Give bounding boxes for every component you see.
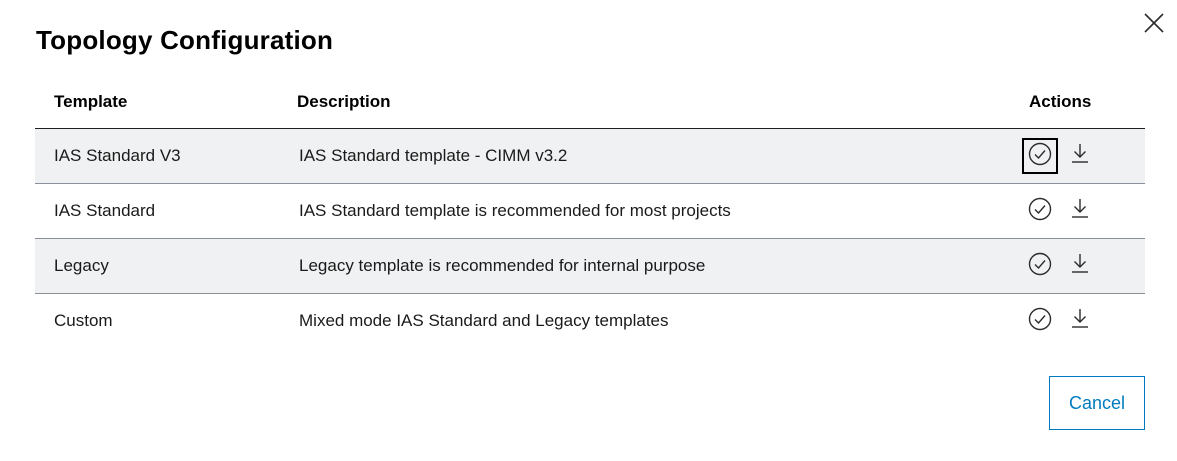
download-icon [1070,142,1090,169]
select-template-button[interactable] [1022,303,1058,339]
select-template-button[interactable] [1022,248,1058,284]
template-description: IAS Standard template - CIMM v3.2 [299,146,568,165]
select-template-button[interactable] [1022,138,1058,174]
table-row: IAS Standard IAS Standard template is re… [35,184,1145,239]
templates-table: Template Description Actions IAS Standar… [35,75,1145,348]
table-row: IAS Standard V3 IAS Standard template - … [35,129,1145,184]
template-name: IAS Standard V3 [54,146,181,165]
header-template: Template [54,92,128,111]
table-row: Custom Mixed mode IAS Standard and Legac… [35,294,1145,348]
check-circle-icon [1028,307,1052,336]
template-description: Legacy template is recommended for inter… [299,256,706,275]
close-icon [1141,10,1167,36]
check-circle-icon [1028,252,1052,281]
download-icon [1070,307,1090,334]
download-icon [1070,252,1090,279]
close-button[interactable] [1141,10,1167,36]
download-template-button[interactable] [1068,306,1092,334]
download-template-button[interactable] [1068,251,1092,279]
table-row: Legacy Legacy template is recommended fo… [35,239,1145,294]
header-description: Description [297,92,391,111]
cancel-button[interactable]: Cancel [1049,376,1145,430]
header-actions: Actions [1029,92,1092,111]
download-template-button[interactable] [1068,141,1092,169]
check-circle-icon [1028,142,1052,171]
template-name: Custom [54,311,113,330]
dialog-title: Topology Configuration [36,25,334,55]
template-name: IAS Standard [54,201,156,220]
template-name: Legacy [54,256,109,275]
download-template-button[interactable] [1068,196,1092,224]
topology-configuration-dialog: Topology Configuration Template Descript… [0,0,1177,461]
select-template-button[interactable] [1022,193,1058,229]
check-circle-icon [1028,197,1052,226]
template-description: IAS Standard template is recommended for… [299,201,731,220]
template-description: Mixed mode IAS Standard and Legacy templ… [299,311,669,330]
download-icon [1070,197,1090,224]
table-header: Template Description Actions [35,75,1145,129]
